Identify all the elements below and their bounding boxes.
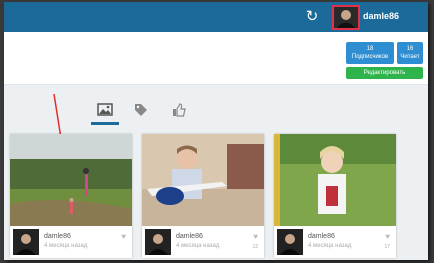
photo-card[interactable]: damle86 4 месяца назад ♥ 17 — [274, 134, 396, 258]
author-avatar[interactable] — [13, 229, 39, 255]
like-count: 12 — [252, 244, 258, 250]
heart-icon[interactable]: ♥ — [385, 232, 390, 241]
image-icon — [97, 103, 113, 116]
reading-stat[interactable]: 16 Читает — [397, 42, 423, 64]
author-avatar[interactable] — [277, 229, 303, 255]
photo-thumbnail[interactable] — [142, 134, 264, 226]
followers-stat[interactable]: 18 Подписчиков — [346, 42, 394, 64]
app-window: ↻ damle86 18 Подписчиков 16 Читает Редак… — [4, 2, 428, 260]
tag-icon — [135, 104, 147, 116]
photo-meta: damle86 4 месяца назад ♥ 17 — [274, 226, 396, 258]
author-avatar[interactable] — [145, 229, 171, 255]
tab-tags[interactable] — [127, 100, 155, 122]
photo-card[interactable]: damle86 4 месяца назад ♥ — [10, 134, 132, 258]
photo-meta: damle86 4 месяца назад ♥ 12 — [142, 226, 264, 258]
photo-meta: damle86 4 месяца назад ♥ — [10, 226, 132, 258]
followers-label: Подписчиков — [351, 54, 389, 60]
content-tabs — [89, 100, 199, 126]
followers-count: 18 — [366, 46, 374, 52]
photo-card[interactable]: damle86 4 месяца назад ♥ 12 — [142, 134, 264, 258]
author-name[interactable]: damle86 — [176, 233, 203, 240]
refresh-icon[interactable]: ↻ — [304, 9, 320, 25]
photo-thumbnail[interactable] — [10, 134, 132, 226]
user-avatar[interactable] — [332, 5, 360, 30]
heart-icon[interactable]: ♥ — [121, 232, 126, 241]
thumbs-up-icon — [173, 103, 186, 117]
reading-count: 16 — [406, 46, 414, 52]
username-link[interactable]: damle86 — [363, 11, 399, 21]
reading-label: Читает — [400, 54, 420, 60]
tab-likes[interactable] — [165, 100, 193, 122]
photo-thumbnail[interactable] — [274, 134, 396, 226]
author-name[interactable]: damle86 — [308, 233, 335, 240]
edit-profile-button[interactable]: Редактировать — [346, 67, 423, 79]
author-name[interactable]: damle86 — [44, 233, 71, 240]
post-time: 4 месяца назад — [176, 243, 220, 249]
tab-photos[interactable] — [91, 100, 119, 125]
post-time: 4 месяца назад — [44, 243, 88, 249]
like-count: 17 — [384, 244, 390, 250]
top-navigation-bar: ↻ damle86 — [4, 2, 428, 32]
post-time: 4 месяца назад — [308, 243, 352, 249]
heart-icon[interactable]: ♥ — [253, 232, 258, 241]
